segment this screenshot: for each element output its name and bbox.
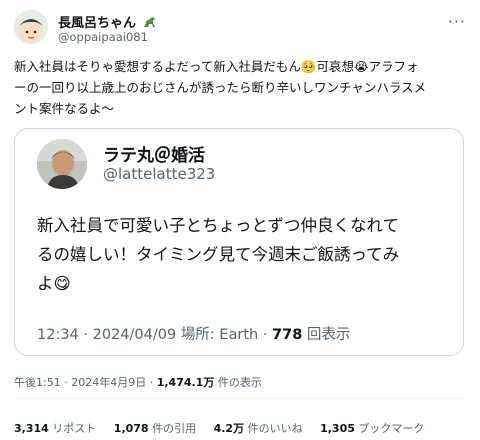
separator-dot: · [83, 327, 93, 343]
tweet-time[interactable]: 午後1:51 [14, 376, 61, 389]
quoted-avatar-photo [37, 139, 87, 189]
tweet-views-count: 1,474.1万 [156, 376, 215, 389]
quotes-label: 件の引用 [152, 422, 197, 435]
author-handle[interactable]: @oppaipaai081 [58, 30, 148, 44]
quoted-text-line: るの嬉しい！タイミング見て今週末ご飯誘ってみ [37, 245, 400, 264]
quoted-tweet-meta: 12:34 · 2024/04/09 場所: Earth · 778 回表示 [37, 323, 350, 344]
quoted-text-line: よ😋 [37, 274, 71, 293]
tweet-date[interactable]: 2024年4月9日 [71, 376, 146, 389]
bookmarks-count: 1,305 [320, 422, 355, 435]
author-name[interactable]: 長風呂ちゃん [58, 12, 157, 31]
engagement-stats: 3,314 リポスト 1,078 件の引用 4.2万 件のいいね 1,305 ブ… [14, 420, 438, 436]
author-name-text: 長風呂ちゃん [58, 16, 137, 31]
tweet-views-label: 件の表示 [217, 376, 262, 389]
author-avatar-illustration [14, 10, 48, 44]
quoted-tweet-text: 新入社員で可愛い子とちょっとずつ仲良くなれて るの嬉しい！タイミング見て今週末ご… [37, 211, 457, 298]
quoted-date: 2024/04/09 [92, 327, 177, 343]
likes-count: 4.2万 [213, 422, 245, 435]
tweet-text-line: ント案件なるよ～ [14, 101, 115, 116]
separator-dot: · [262, 327, 273, 343]
quotes-stat[interactable]: 1,078 件の引用 [114, 422, 196, 435]
dinosaur-icon [143, 17, 155, 27]
quoted-views-count: 778 [272, 327, 303, 343]
quoted-text-line: 新入社員で可愛い子とちょっとずつ仲良くなれて [37, 216, 400, 235]
tweet-text-line: 新入社員はそりゃ愛想するよだって新入社員だもん🥺可哀想😭アラフォ [14, 59, 419, 74]
quoted-views-label: 回表示 [306, 327, 351, 343]
likes-stat[interactable]: 4.2万 件のいいね [214, 422, 303, 435]
tweet-text: 新入社員はそりゃ愛想するよだって新入社員だもん🥺可哀想😭アラフォ ーの一回り以上… [14, 56, 468, 119]
bookmarks-label: ブックマーク [358, 422, 425, 435]
quoted-author-avatar [37, 139, 87, 189]
separator-dot: · [149, 376, 157, 389]
divider [14, 398, 466, 399]
retweets-stat[interactable]: 3,314 リポスト [14, 422, 96, 435]
quoted-time: 12:34 [37, 327, 79, 343]
bookmarks-stat[interactable]: 1,305 ブックマーク [320, 422, 424, 435]
author-avatar[interactable] [14, 10, 48, 44]
tweet-meta: 午後1:51 · 2024年4月9日 · 1,474.1万 件の表示 [14, 374, 262, 390]
tweet-text-line: ーの一回り以上歳上のおじさんが誘ったら断り辛いしワンチャンハラスメ [14, 80, 427, 95]
quotes-count: 1,078 [113, 422, 149, 435]
retweets-count: 3,314 [14, 422, 49, 435]
retweets-label: リポスト [52, 422, 97, 435]
likes-label: 件のいいね [247, 422, 303, 435]
quoted-place: 場所: Earth [180, 327, 259, 343]
quoted-author-handle: @lattelatte323 [103, 165, 216, 183]
more-icon[interactable]: ··· [448, 12, 466, 31]
quoted-tweet[interactable]: ラテ丸＠婚活 @lattelatte323 新入社員で可愛い子とちょっとずつ仲良… [14, 128, 464, 356]
quoted-author-name: ラテ丸＠婚活 [103, 146, 205, 166]
